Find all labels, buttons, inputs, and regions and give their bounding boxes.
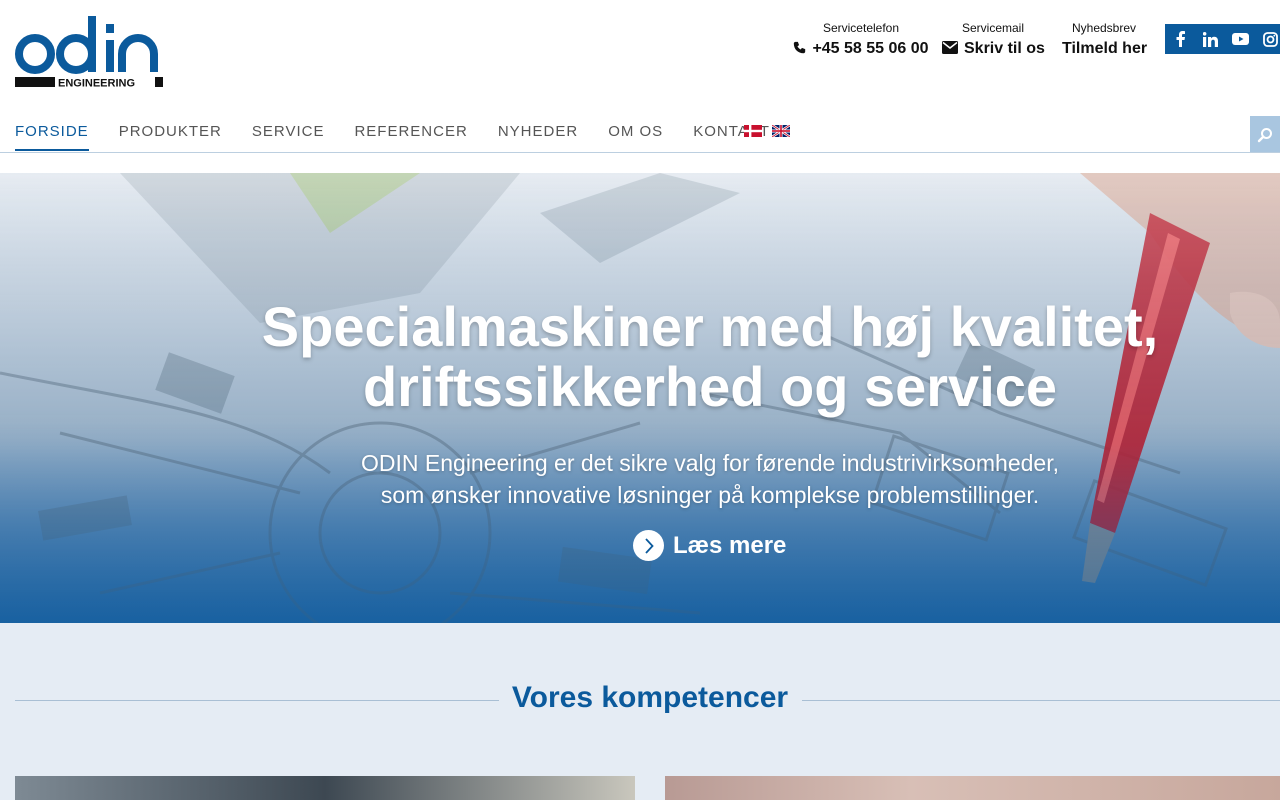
read-more-label: Læs mere [673,531,787,559]
newsletter: Nyhedsbrev Tilmeld her [1062,21,1147,60]
main-navigation: FORSIDE PRODUKTER SERVICE REFERENCER NYH… [15,112,800,153]
nav-item-nyheder[interactable]: NYHEDER [498,112,578,152]
nav-item-om-os[interactable]: OM OS [608,112,663,152]
read-more-button[interactable]: Læs mere [633,530,786,561]
search-button[interactable] [1250,116,1280,153]
nav-item-service[interactable]: SERVICE [252,112,325,152]
section-divider-right [802,700,1280,701]
newsletter-label: Nyhedsbrev [1071,21,1137,35]
hero-subtitle-line-1: ODIN Engineering er det sikre valg for f… [361,450,1059,476]
search-icon [1257,127,1272,142]
hero-subtitle: ODIN Engineering er det sikre valg for f… [0,447,1280,511]
competence-card-image[interactable] [15,776,635,800]
hero-banner: Specialmaskiner med høj kvalitet, drifts… [0,173,1280,623]
odin-logo-mark: ENGINEERING [15,16,163,90]
nav-item-referencer[interactable]: REFERENCER [354,112,467,152]
hero-title-line-1: Specialmaskiner med høj kvalitet, [261,295,1159,358]
odin-logo[interactable]: ENGINEERING [15,14,163,90]
service-phone-link[interactable]: +45 58 55 06 00 [792,38,930,60]
site-header: ENGINEERING Servicetelefon +45 58 55 06 … [0,0,1280,153]
service-mail-label: Servicemail [961,21,1024,35]
instagram-icon[interactable] [1255,24,1280,54]
service-phone: Servicetelefon +45 58 55 06 00 [792,21,930,60]
danish-flag-icon[interactable] [744,124,762,142]
nav-item-forside[interactable]: FORSIDE [15,112,89,152]
linkedin-icon[interactable] [1195,24,1225,54]
language-switcher [744,124,791,142]
service-phone-label: Servicetelefon [822,21,900,35]
youtube-icon[interactable] [1225,24,1255,54]
service-mail-text: Skriv til os [964,40,1045,57]
service-mail: Servicemail Skriv til os [942,21,1045,60]
service-phone-number: +45 58 55 06 00 [812,40,929,57]
chevron-right-icon [633,530,664,561]
competence-card-image[interactable] [665,776,1280,800]
english-flag-icon[interactable] [771,124,791,142]
social-links [1165,24,1280,54]
competences-title: Vores kompetencer [511,681,789,714]
envelope-icon [942,41,958,54]
newsletter-signup-link[interactable]: Tilmeld her [1062,38,1147,60]
nav-item-produkter[interactable]: PRODUKTER [119,112,222,152]
facebook-icon[interactable] [1165,24,1195,54]
hero-subtitle-line-2: som ønsker innovative løsninger på kompl… [380,482,1040,508]
service-mail-link[interactable]: Skriv til os [942,38,1045,60]
logo-subtitle: ENGINEERING [58,78,135,90]
hero-title: Specialmaskiner med høj kvalitet, drifts… [0,297,1280,417]
hero-title-line-2: driftssikkerhed og service [362,355,1058,418]
phone-icon [794,41,806,54]
header-divider [0,152,1280,153]
competences-section: Vores kompetencer [0,623,1280,800]
